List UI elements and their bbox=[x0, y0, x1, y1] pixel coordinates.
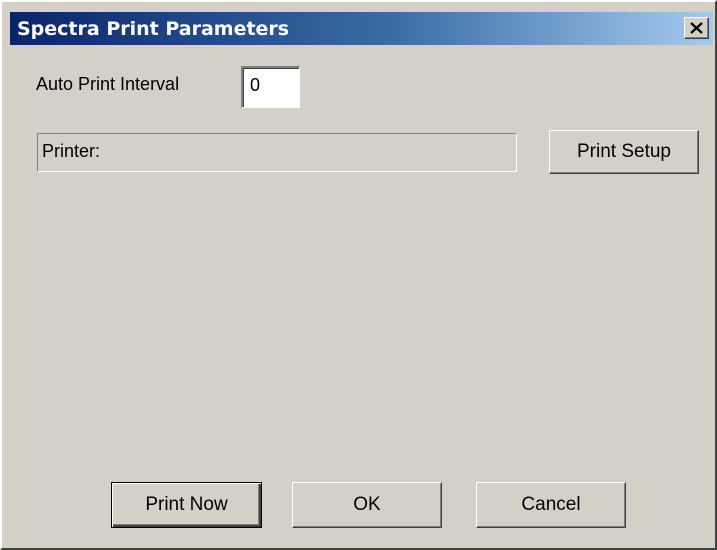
auto-print-interval-label: Auto Print Interval bbox=[36, 74, 180, 94]
close-button[interactable] bbox=[684, 17, 709, 39]
printer-name-display: Printer: bbox=[37, 133, 517, 172]
auto-print-interval-input[interactable]: 0 bbox=[241, 66, 300, 108]
cancel-button[interactable]: Cancel bbox=[476, 482, 626, 528]
print-now-button[interactable]: Print Now bbox=[111, 482, 262, 528]
ok-button[interactable]: OK bbox=[292, 482, 442, 528]
close-icon bbox=[690, 22, 703, 34]
window-title: Spectra Print Parameters bbox=[17, 18, 290, 40]
title-bar[interactable]: Spectra Print Parameters bbox=[10, 12, 713, 45]
print-parameters-dialog: Spectra Print Parameters Auto Print Inte… bbox=[0, 0, 717, 550]
print-setup-button[interactable]: Print Setup bbox=[549, 130, 699, 174]
